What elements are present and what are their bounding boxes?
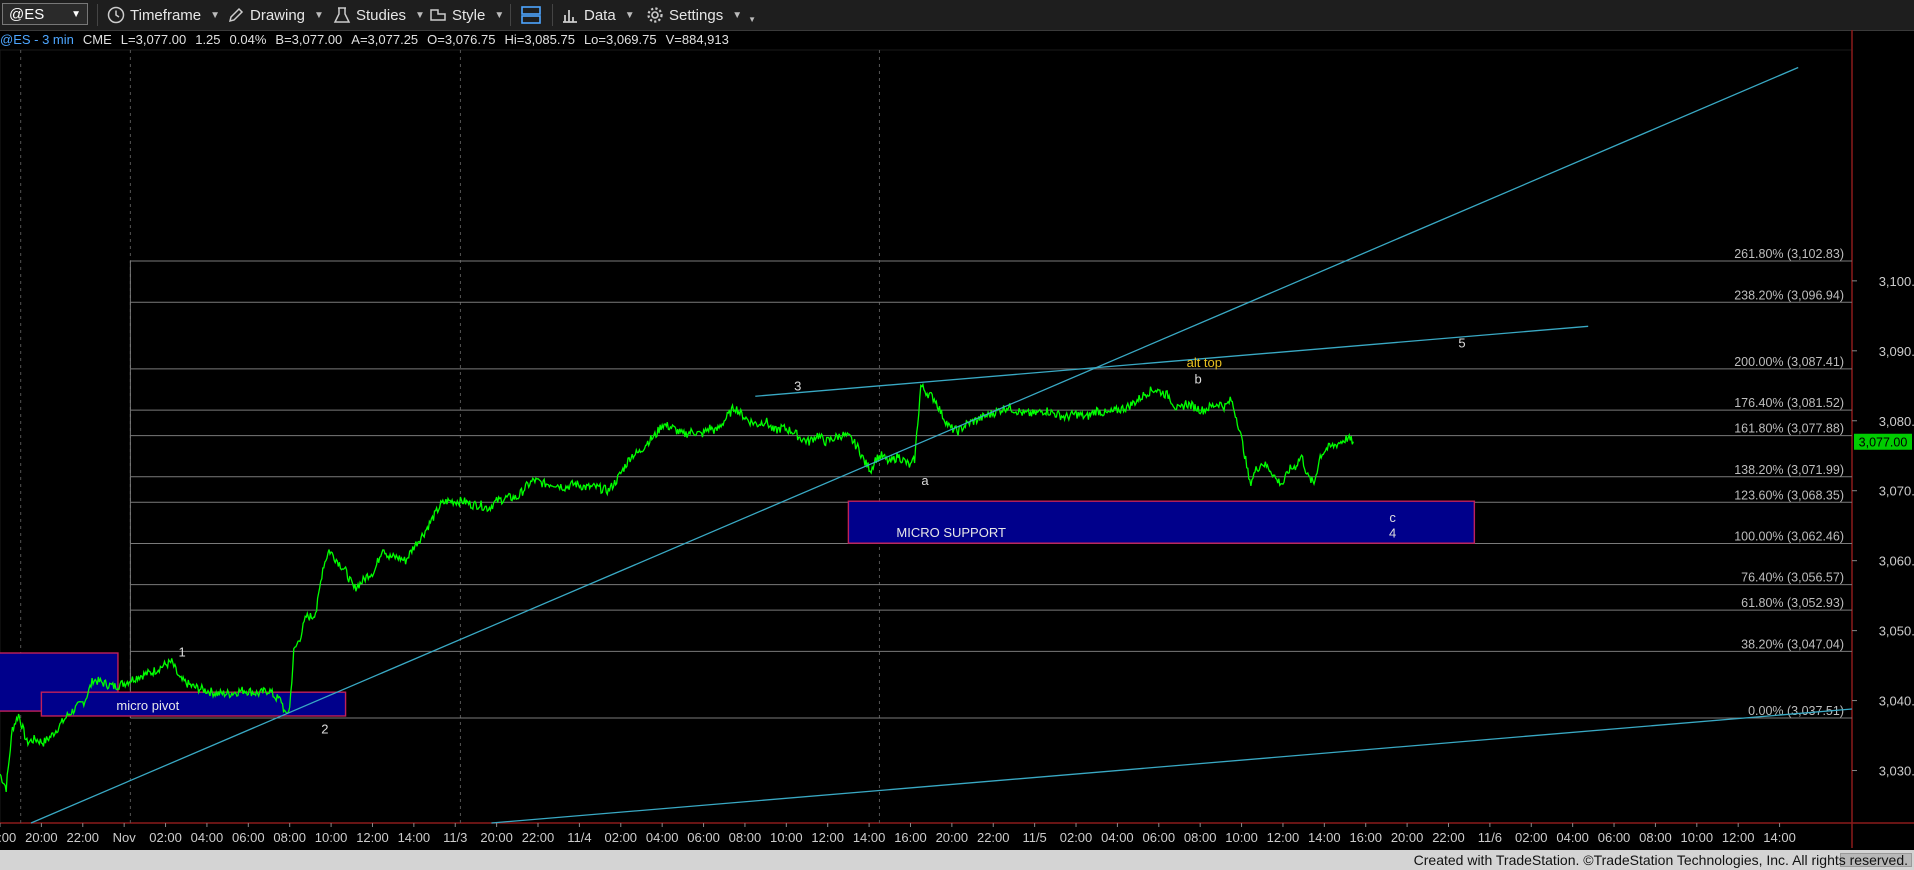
y-tick-label: 3,100.00 (1879, 274, 1914, 289)
x-tick-label: 06:00 (1598, 830, 1631, 845)
x-tick-label: 11/5 (1022, 830, 1046, 845)
x-tick-label: 18:00 (0, 830, 16, 845)
x-tick-label: 10:00 (770, 830, 803, 845)
wave-label: 4 (1389, 526, 1396, 541)
wave-label: a (921, 473, 929, 488)
x-tick-label: 04:00 (1101, 830, 1134, 845)
fib-level-label: 123.60% (3,068.35) (1734, 488, 1844, 502)
x-tick-label: 20:00 (25, 830, 58, 845)
fib-level-label: 200.00% (3,087.41) (1734, 355, 1844, 369)
y-tick-label: 3,040.00 (1879, 694, 1914, 709)
footer-credit: Created with TradeStation. ©TradeStation… (1413, 852, 1908, 868)
y-tick-label: 3,050.00 (1879, 624, 1914, 639)
fib-level-label: 61.80% (3,052.93) (1741, 596, 1844, 610)
wave-label: c (1389, 510, 1396, 525)
x-tick-label: 06:00 (687, 830, 720, 845)
wave-label: 1 (178, 645, 185, 660)
x-tick-label: 14:00 (1763, 830, 1796, 845)
wave-label: 2 (321, 721, 328, 736)
x-tick-label: 06:00 (232, 830, 265, 845)
wave-label: 5 (1458, 335, 1465, 350)
x-tick-label: 22:00 (66, 830, 99, 845)
x-tick-label: 02:00 (149, 830, 182, 845)
x-tick-label: 12:00 (356, 830, 389, 845)
x-tick-label: 06:00 (1143, 830, 1176, 845)
y-tick-label: 3,070.00 (1879, 484, 1914, 499)
y-tick-label: 3,090.00 (1879, 344, 1914, 359)
wave-label: alt top (1187, 355, 1222, 370)
x-tick-label: 08:00 (729, 830, 762, 845)
x-tick-label: 11/4 (567, 830, 591, 845)
x-tick-label: 04:00 (646, 830, 679, 845)
x-tick-label: 14:00 (1308, 830, 1341, 845)
fib-level-label: 261.80% (3,102.83) (1734, 247, 1844, 261)
x-tick-label: 12:00 (811, 830, 844, 845)
x-tick-label: 04:00 (1556, 830, 1589, 845)
x-tick-label: 12:00 (1722, 830, 1755, 845)
x-tick-label: 22:00 (1432, 830, 1465, 845)
last-price-label: 3,077.00 (1859, 436, 1908, 450)
price-chart[interactable]: 261.80% (3,102.83) 238.20% (3,096.94) 200.… (0, 0, 1914, 850)
fib-level-label: 238.20% (3,096.94) (1734, 288, 1844, 302)
x-tick-label: 16:00 (894, 830, 927, 845)
x-tick-label: 11/3 (443, 830, 467, 845)
fib-level-label: 176.40% (3,081.52) (1734, 396, 1844, 410)
fib-level-label: 38.20% (3,047.04) (1741, 637, 1844, 651)
x-tick-label: 08:00 (1184, 830, 1217, 845)
fib-level-label: 161.80% (3,077.88) (1734, 422, 1844, 436)
x-tick-label: 04:00 (191, 830, 224, 845)
x-tick-label: 14:00 (398, 830, 431, 845)
x-tick-label: 12:00 (1267, 830, 1300, 845)
fib-level-label: 76.40% (3,056.57) (1741, 571, 1844, 585)
x-tick-label: 10:00 (1225, 830, 1258, 845)
x-tick-label: 02:00 (1060, 830, 1093, 845)
x-tick-label: 20:00 (936, 830, 969, 845)
x-tick-label: 22:00 (522, 830, 555, 845)
wave-label: b (1194, 372, 1201, 387)
micro-pivot-label: micro pivot (116, 698, 179, 713)
footer-bar: Created with TradeStation. ©TradeStation… (0, 850, 1914, 870)
trendline (491, 708, 1853, 824)
x-tick-label: 11/6 (1478, 830, 1502, 845)
x-tick-label: 08:00 (1639, 830, 1672, 845)
x-tick-label: 10:00 (1681, 830, 1714, 845)
y-tick-label: 3,080.00 (1879, 414, 1914, 429)
price-series-line (0, 382, 1354, 793)
y-tick-label: 3,030.00 (1879, 764, 1914, 779)
x-tick-label: 02:00 (1515, 830, 1548, 845)
x-tick-label: 20:00 (480, 830, 513, 845)
micro-support-label: MICRO SUPPORT (896, 525, 1006, 540)
x-tick-label: 20:00 (1391, 830, 1424, 845)
trendline (30, 66, 1799, 824)
fib-level-label: 100.00% (3,062.46) (1734, 529, 1844, 543)
x-tick-label: 10:00 (315, 830, 348, 845)
x-tick-label: 08:00 (273, 830, 306, 845)
fib-level-label: 138.20% (3,071.99) (1734, 463, 1844, 477)
x-tick-label: 14:00 (853, 830, 886, 845)
y-tick-label: 3,060.00 (1879, 554, 1914, 569)
wave-label: 3 (794, 379, 801, 394)
x-tick-label: 16:00 (1349, 830, 1382, 845)
x-tick-label: Nov (113, 830, 137, 845)
x-tick-label: 22:00 (977, 830, 1010, 845)
x-tick-label: 02:00 (605, 830, 638, 845)
